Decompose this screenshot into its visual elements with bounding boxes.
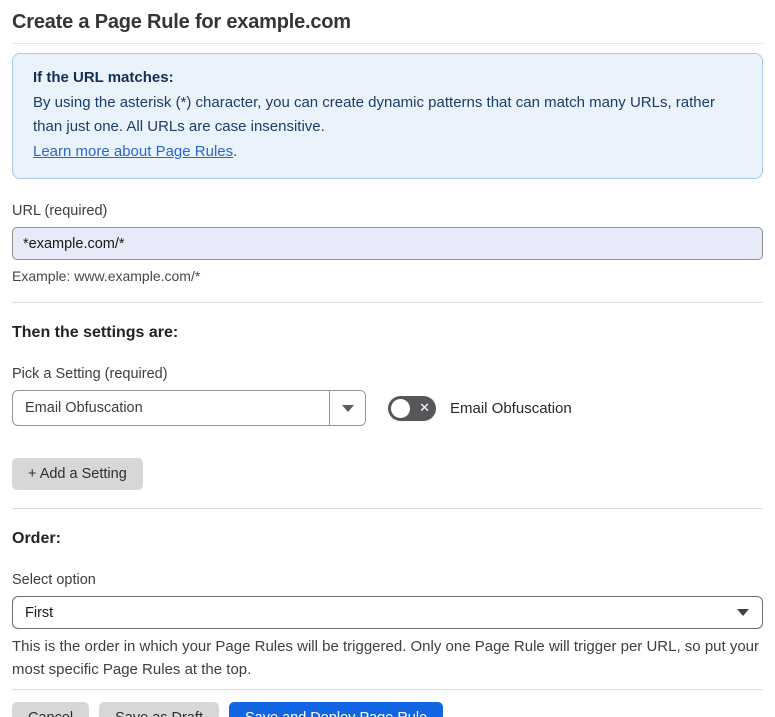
toggle-knob	[391, 398, 410, 418]
url-input[interactable]	[12, 227, 763, 260]
title-block: Create a Page Rule for example.com	[12, 0, 763, 44]
order-section-heading: Order:	[12, 530, 61, 547]
close-icon: ✕	[419, 400, 430, 416]
order-select-value: First	[25, 604, 54, 621]
info-box-body: By using the asterisk (*) character, you…	[33, 94, 715, 135]
link-suffix: .	[233, 143, 238, 160]
order-select-label: Select option	[12, 572, 96, 588]
footer-actions: Cancel Save as Draft Save and Deploy Pag…	[12, 702, 763, 717]
chevron-down-icon	[341, 404, 354, 412]
add-setting-button[interactable]: + Add a Setting	[12, 458, 143, 490]
url-match-info-box: If the URL matches: By using the asteris…	[12, 53, 763, 179]
url-label: URL (required)	[12, 203, 108, 219]
divider	[12, 508, 763, 509]
divider	[12, 302, 763, 303]
info-link-line: Learn more about Page Rules.	[33, 140, 742, 164]
page-title: Create a Page Rule for example.com	[12, 11, 351, 33]
setting-select-value: Email Obfuscation	[25, 400, 143, 416]
chevron-down-icon	[737, 609, 749, 616]
settings-section-heading: Then the settings are:	[12, 324, 179, 341]
toggle-label: Email Obfuscation	[450, 399, 572, 417]
save-as-draft-button[interactable]: Save as Draft	[99, 702, 219, 717]
order-help-text: This is the order in which your Page Rul…	[12, 638, 760, 678]
setting-select-arrow-button[interactable]	[329, 391, 365, 425]
info-box-heading: If the URL matches:	[33, 69, 174, 86]
order-select[interactable]: First	[12, 596, 763, 629]
pick-setting-label: Pick a Setting (required)	[12, 366, 168, 382]
create-page-rule-form: Create a Page Rule for example.com If th…	[0, 0, 775, 717]
setting-row: Email Obfuscation ✕ Email Obfuscation	[12, 390, 763, 426]
divider	[12, 689, 763, 690]
url-example-text: Example: www.example.com/*	[12, 268, 201, 284]
email-obfuscation-toggle[interactable]: ✕	[388, 395, 436, 421]
toggle-wrap: ✕ Email Obfuscation	[388, 395, 572, 421]
setting-select[interactable]: Email Obfuscation	[12, 390, 366, 426]
cancel-button[interactable]: Cancel	[12, 702, 90, 717]
save-and-deploy-button[interactable]: Save and Deploy Page Rule	[228, 702, 444, 717]
learn-more-link[interactable]: Learn more about Page Rules	[33, 143, 233, 160]
